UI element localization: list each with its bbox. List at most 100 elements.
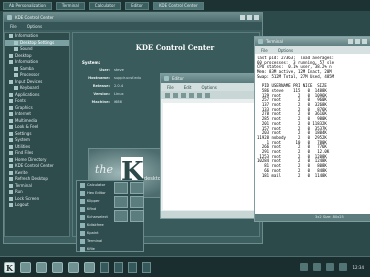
launcher-item-label: Klipper [87, 199, 100, 203]
minimize-icon[interactable] [240, 15, 245, 20]
desktop-pager-2[interactable] [114, 261, 123, 273]
module-icon [9, 196, 13, 201]
kcc-titlebar[interactable]: KDE Control Center [4, 13, 262, 22]
top-tab[interactable]: Editor [125, 1, 149, 10]
help-icon[interactable] [52, 261, 63, 273]
grid-button[interactable] [114, 182, 128, 194]
kcc-menu-item[interactable]: Options [27, 24, 42, 29]
tray-icon[interactable] [300, 263, 309, 271]
kcc-heading: KDE Control Center [135, 43, 215, 52]
terminal-titlebar[interactable]: Terminal [255, 37, 370, 46]
home-icon[interactable] [20, 261, 31, 273]
terminal-icon [258, 39, 263, 44]
tree-item[interactable]: Logout [5, 202, 69, 209]
save-icon[interactable] [181, 92, 186, 98]
editor-menu-item[interactable]: Options [201, 85, 216, 90]
desktop-pager-3[interactable] [128, 261, 137, 273]
module-icon [9, 190, 13, 195]
cut-icon[interactable] [189, 92, 194, 98]
grid-button[interactable] [130, 182, 144, 194]
terminal-menu-item[interactable]: Options [278, 48, 293, 53]
info-row: Release: 2.0.4 [88, 84, 123, 88]
terminal-menubar: File Options [255, 46, 370, 54]
terminal-window[interactable]: Terminal File Options last pid: 27363; lo… [254, 36, 370, 222]
open-icon[interactable] [173, 92, 178, 98]
info-row: Machine: i686 [88, 100, 122, 104]
info-key: Hostname: [88, 76, 110, 80]
kcc-menubar: File Options [4, 22, 262, 30]
module-icon [9, 92, 13, 97]
close-icon[interactable] [254, 15, 259, 20]
module-icon [9, 34, 13, 39]
app-icon [80, 182, 85, 188]
tray-icon[interactable] [339, 263, 348, 271]
module-icon [14, 47, 18, 52]
top-tab[interactable]: Calculator [88, 1, 122, 10]
terminal-title: Terminal [266, 39, 283, 44]
module-icon [14, 73, 18, 78]
module-icon [9, 118, 13, 123]
k-menu-button[interactable]: K [4, 261, 15, 273]
top-tab[interactable]: Ab Personalization [3, 1, 52, 10]
terminal-launch-icon[interactable] [36, 261, 47, 273]
desktop-pager-4[interactable] [142, 261, 151, 273]
info-value: steve [114, 68, 124, 72]
kcc-title: KDE Control Center [15, 15, 54, 20]
tray-icon[interactable] [326, 263, 335, 271]
module-icon [9, 183, 13, 188]
module-icon [14, 66, 18, 71]
module-icon [9, 144, 13, 149]
module-icon [9, 164, 13, 169]
info-value: suppir.ucsf.edu [114, 76, 142, 80]
top-window-bar: Ab Personalization Terminal Calculator Edit… [0, 0, 370, 11]
module-icon [9, 151, 13, 156]
module-icon [9, 112, 13, 117]
info-value: i686 [114, 100, 122, 104]
maximize-icon[interactable] [247, 15, 252, 20]
grid-button[interactable] [114, 196, 128, 208]
close-icon[interactable] [362, 39, 367, 44]
app-icon [80, 198, 85, 204]
grid-button[interactable] [130, 210, 144, 222]
app-icon [80, 222, 85, 228]
module-icon [9, 203, 13, 208]
minimize-icon[interactable] [348, 39, 353, 44]
logo-text: the [95, 163, 114, 176]
grid-button[interactable] [114, 210, 128, 222]
copy-icon[interactable] [197, 92, 202, 98]
desktop-pager-1[interactable] [100, 261, 109, 273]
terminal-menu-item[interactable]: File [261, 48, 268, 53]
control-center-icon[interactable] [68, 261, 79, 273]
editor-menu-item[interactable]: Edit [184, 85, 192, 90]
launcher-item-label: Terminal [87, 239, 103, 243]
module-tree[interactable]: Information Desktop Settings Sound Desktop I… [4, 32, 70, 237]
maximize-icon[interactable] [355, 39, 360, 44]
module-icon [9, 105, 13, 110]
launcher-item-label: Calculator [87, 183, 106, 187]
module-icon [9, 170, 13, 175]
launcher-item-label: Kdiskfree [87, 223, 104, 227]
kde-icon [7, 15, 12, 20]
launcher-button-grid [114, 182, 146, 248]
top-tab[interactable]: KDE Control Center [152, 1, 204, 10]
app-icon [80, 230, 85, 236]
launcher-item-label: Kpaint [87, 231, 99, 235]
module-icon [14, 86, 18, 91]
paste-icon[interactable] [205, 92, 210, 98]
module-icon [9, 131, 13, 136]
kcc-menu-item[interactable]: File [10, 24, 17, 29]
info-key: Machine: [91, 100, 110, 104]
app-icon [80, 214, 85, 220]
grid-button[interactable] [130, 196, 144, 208]
module-icon [9, 79, 13, 84]
tray-icon[interactable] [313, 263, 322, 271]
new-icon[interactable] [165, 92, 170, 98]
browser-icon[interactable] [84, 261, 95, 273]
editor-title: Editor [172, 76, 184, 81]
editor-menu-item[interactable]: File [167, 85, 174, 90]
clock: 12:34 [352, 264, 364, 270]
tree-item-label: Logout [15, 202, 29, 207]
terminal-output[interactable]: last pid: 27363; load averages: 60 proce… [257, 56, 370, 178]
system-label: System: [82, 60, 101, 65]
top-tab[interactable]: Terminal [55, 1, 85, 10]
